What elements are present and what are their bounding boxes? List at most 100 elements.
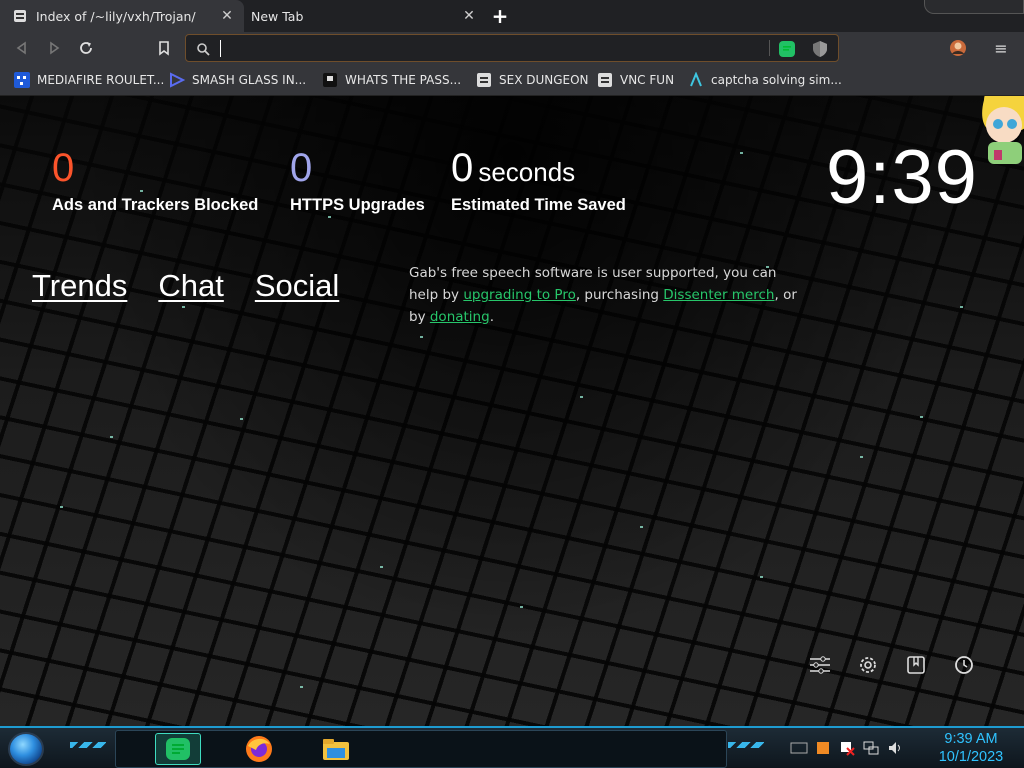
bookmark-mediafire[interactable]: MEDIAFIRE ROULET... xyxy=(14,70,164,90)
tab-trojan-index[interactable]: Index of /~lily/vxh/Trojan/ ✕ xyxy=(0,0,244,32)
page-icon xyxy=(322,72,338,88)
toolbar: ≡ xyxy=(0,32,1024,64)
chat-link[interactable]: Chat xyxy=(158,268,223,304)
text-caret xyxy=(220,40,221,57)
address-bar[interactable] xyxy=(185,34,839,62)
gab-support-message: Gab's free speech software is user suppo… xyxy=(409,262,809,328)
spark xyxy=(920,416,923,418)
bookmarks-bar: MEDIAFIRE ROULET... SMASH GLASS IN... WH… xyxy=(0,64,1024,96)
gab-text: , purchasing xyxy=(575,287,664,303)
https-label: HTTPS Upgrades xyxy=(290,196,425,214)
bookmark-vnc-fun[interactable]: VNC FUN xyxy=(597,70,674,90)
spark xyxy=(580,396,583,398)
tab-title: New Tab xyxy=(251,8,304,24)
spark xyxy=(960,306,963,308)
network-icon[interactable] xyxy=(862,739,880,757)
spark xyxy=(60,506,63,508)
gab-extension-icon[interactable] xyxy=(778,40,796,62)
reload-icon[interactable] xyxy=(74,36,98,60)
spark xyxy=(182,306,185,308)
tab-close-icon[interactable]: ✕ xyxy=(216,5,238,27)
firefox-app-button[interactable] xyxy=(236,733,282,765)
volume-icon[interactable] xyxy=(886,739,904,757)
customize-icon[interactable] xyxy=(808,653,832,677)
clock: 9:39 xyxy=(826,135,978,220)
ads-label: Ads and Trackers Blocked xyxy=(52,196,259,214)
settings-icon[interactable] xyxy=(856,653,880,677)
action-center-icon[interactable] xyxy=(838,739,856,757)
bookmark-captcha[interactable]: captcha solving sim... xyxy=(688,70,842,90)
menu-icon[interactable]: ≡ xyxy=(989,36,1013,60)
tab-strip: Index of /~lily/vxh/Trojan/ ✕ New Tab ✕ … xyxy=(0,0,1024,32)
spark xyxy=(740,152,743,154)
donating-link[interactable]: donating xyxy=(430,309,490,325)
window-controls[interactable] xyxy=(924,0,1024,14)
time-saved-stat: 0 seconds Estimated Time Saved xyxy=(451,146,626,215)
tab-new-tab[interactable]: New Tab ✕ xyxy=(244,0,486,32)
flag-icon[interactable] xyxy=(814,739,832,757)
taskbar-decoration xyxy=(70,742,106,748)
taskbar-clock[interactable]: 9:39 AM 10/1/2023 xyxy=(928,730,1014,766)
ads-count: 0 xyxy=(52,146,75,190)
spark xyxy=(640,526,643,528)
history-icon[interactable] xyxy=(952,653,976,677)
profile-avatar[interactable] xyxy=(946,36,970,60)
bookmark-label: captcha solving sim... xyxy=(711,73,842,87)
spark xyxy=(520,606,523,608)
time-count: 0 xyxy=(451,146,474,190)
ads-blocked-stat: 0 Ads and Trackers Blocked xyxy=(52,146,258,215)
spark xyxy=(380,566,383,568)
gab-links: Trends Chat Social xyxy=(32,268,339,304)
bookmark-sex-dungeon[interactable]: SEX DUNGEON xyxy=(476,70,589,90)
taskbar: 9:39 AM 10/1/2023 xyxy=(0,726,1024,768)
search-icon xyxy=(196,41,210,60)
start-button[interactable] xyxy=(8,732,44,766)
a-icon xyxy=(688,72,704,88)
bookmark-label: SEX DUNGEON xyxy=(499,73,589,87)
forward-icon[interactable] xyxy=(42,36,66,60)
taskbar-frame xyxy=(115,730,727,768)
time-label: Estimated Time Saved xyxy=(451,196,626,214)
tab-favicon-icon xyxy=(12,8,28,24)
bookmark-icon[interactable] xyxy=(152,36,176,60)
new-tab-button[interactable]: + xyxy=(488,4,512,28)
bottom-toolbar xyxy=(808,653,1000,677)
taskbar-decoration xyxy=(728,742,764,748)
trends-link[interactable]: Trends xyxy=(32,268,127,304)
browser-window: Index of /~lily/vxh/Trojan/ ✕ New Tab ✕ … xyxy=(0,0,1024,768)
bookmark-label: VNC FUN xyxy=(620,73,675,87)
smash-icon xyxy=(169,72,185,88)
globe-icon xyxy=(597,72,613,88)
address-separator xyxy=(769,40,770,56)
time-unit: seconds xyxy=(478,157,576,187)
bookmark-label: WHATS THE PASS... xyxy=(345,73,462,87)
spark xyxy=(420,336,423,338)
spark xyxy=(328,216,331,218)
dissenter-merch-link[interactable]: Dissenter merch xyxy=(663,287,774,303)
back-icon[interactable] xyxy=(10,36,34,60)
system-tray xyxy=(790,736,904,760)
mascot-sticker xyxy=(974,96,1024,190)
spark xyxy=(110,436,113,438)
https-count: 0 xyxy=(290,146,313,190)
gab-text: . xyxy=(489,309,494,325)
bookmark-label: MEDIAFIRE ROULET... xyxy=(37,73,165,87)
taskbar-date: 10/1/2023 xyxy=(938,749,1004,765)
globe-icon xyxy=(476,72,492,88)
notes-app-button[interactable] xyxy=(155,733,201,765)
social-link[interactable]: Social xyxy=(255,268,339,304)
spark xyxy=(240,418,243,420)
bookmark-whats-the-pass[interactable]: WHATS THE PASS... xyxy=(322,70,461,90)
bookmark-label: SMASH GLASS IN... xyxy=(192,73,307,87)
spark xyxy=(300,686,303,688)
tab-close-icon[interactable]: ✕ xyxy=(458,5,480,27)
file-explorer-button[interactable] xyxy=(313,733,359,765)
tab-title: Index of /~lily/vxh/Trojan/ xyxy=(36,8,196,24)
address-input[interactable] xyxy=(220,39,760,57)
upgrade-pro-link[interactable]: upgrading to Pro xyxy=(463,287,576,303)
shield-icon[interactable] xyxy=(812,40,828,62)
keyboard-icon[interactable] xyxy=(790,739,808,757)
taskbar-time: 9:39 AM xyxy=(944,731,998,747)
bookmarks-icon[interactable] xyxy=(904,653,928,677)
bookmark-smash-glass[interactable]: SMASH GLASS IN... xyxy=(169,70,306,90)
